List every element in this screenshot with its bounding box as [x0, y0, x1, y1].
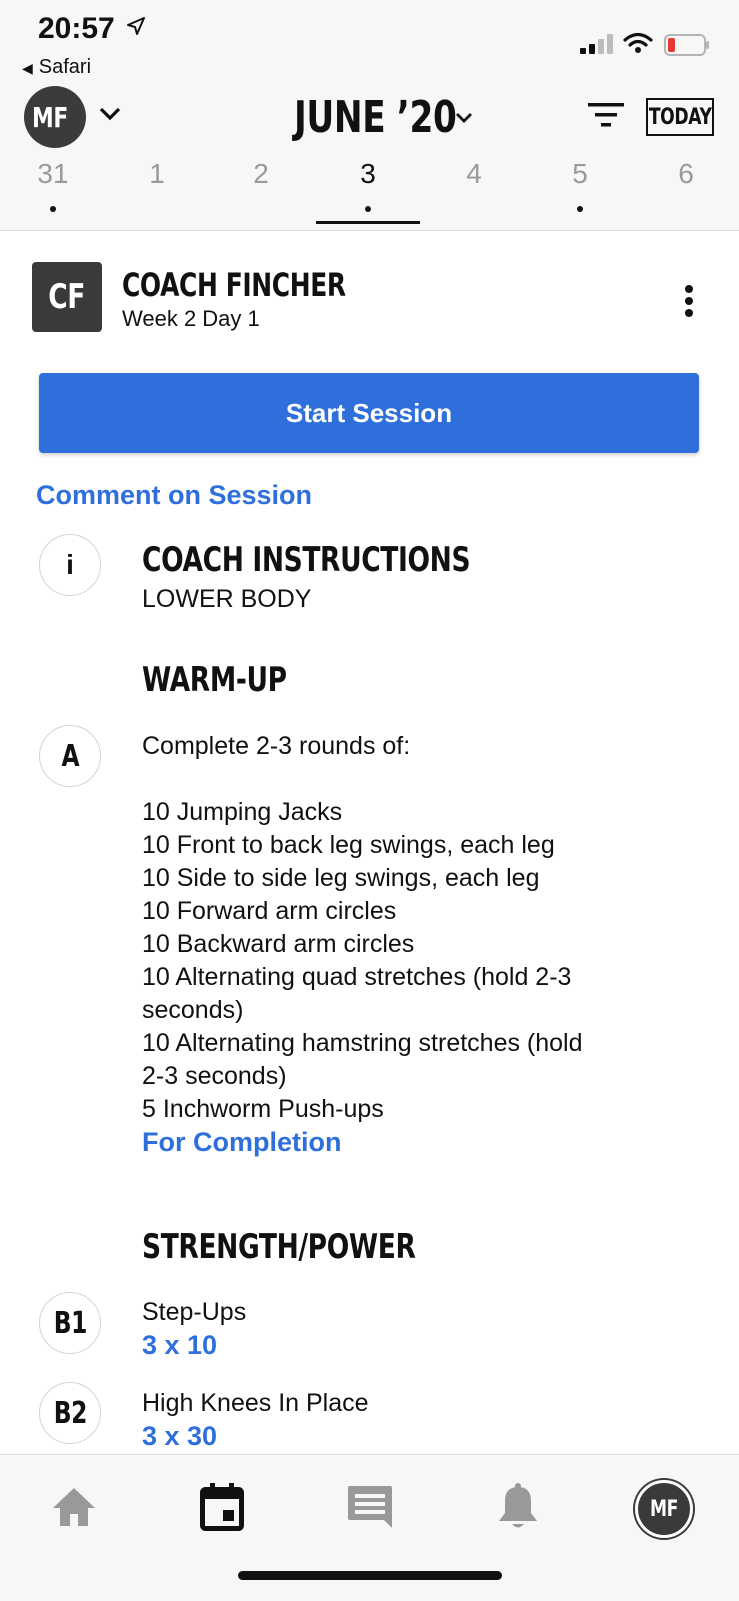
exercise-name[interactable]: Step-Ups — [142, 1296, 246, 1329]
day-cell[interactable]: 1 — [105, 158, 209, 230]
strength-heading: STRENGTH/POWER — [142, 1227, 493, 1267]
coach-logo-initials: CF — [48, 277, 86, 317]
completion-link[interactable]: For Completion — [142, 1126, 583, 1159]
calendar-icon — [200, 1482, 244, 1536]
day-number: 4 — [466, 158, 482, 189]
back-app-label: Safari — [38, 56, 92, 78]
back-to-app-link[interactable]: ◀ Safari — [22, 56, 91, 79]
status-bar: 20:57 ◀ Safari — [0, 0, 739, 84]
day-cell[interactable]: 4 — [422, 158, 526, 230]
coach-logo: CF — [32, 262, 102, 332]
notifications-icon — [497, 1482, 539, 1536]
warmup-heading: WARM-UP — [142, 660, 327, 700]
day-number: 6 — [678, 158, 694, 189]
strength-title: STRENGTH/POWER — [142, 1227, 416, 1267]
today-button[interactable]: TODAY — [646, 98, 714, 136]
coach-instructions-text: LOWER BODY — [142, 585, 312, 613]
tab-messages[interactable] — [340, 1481, 400, 1537]
warmup-line: 5 Inchworm Push-ups — [142, 1095, 384, 1123]
cellular-signal-icon — [580, 34, 614, 59]
wifi-icon — [623, 32, 653, 59]
tab-home[interactable] — [44, 1481, 104, 1537]
day-cell[interactable]: 31 — [1, 158, 105, 230]
day-number: 1 — [149, 158, 165, 189]
tab-profile[interactable]: MF — [634, 1480, 694, 1538]
day-strip: 31 1 2 3 4 5 6 — [0, 158, 739, 230]
warmup-line: 10 Side to side leg swings, each leg — [142, 864, 540, 892]
tab-notifications[interactable] — [488, 1481, 548, 1537]
tab-calendar[interactable] — [192, 1481, 252, 1537]
profile-avatar: MF — [635, 1480, 693, 1538]
selected-day-underline — [316, 221, 420, 224]
day-cell-selected[interactable]: 3 — [316, 158, 420, 230]
event-dot — [365, 206, 371, 212]
warmup-title: WARM-UP — [142, 660, 287, 700]
calendar-header: MF JUNE ’20 TODAY 31 1 2 3 4 5 6 — [0, 84, 739, 231]
info-badge: i — [39, 534, 101, 596]
warmup-line: seconds) — [142, 996, 244, 1024]
user-avatar-button[interactable]: MF — [24, 86, 86, 148]
info-badge-label: i — [66, 549, 74, 580]
avatar-initials: MF — [32, 100, 68, 134]
warmup-intro: Complete 2-3 rounds of: — [142, 732, 411, 760]
day-cell[interactable]: 2 — [209, 158, 313, 230]
warmup-line: 10 Alternating hamstring stretches (hold — [142, 1029, 583, 1057]
day-number: 2 — [253, 158, 269, 189]
day-number: 5 — [572, 158, 588, 189]
more-options-icon[interactable] — [684, 284, 694, 323]
event-dot — [50, 206, 56, 212]
battery-low-icon — [664, 34, 710, 61]
day-number: 31 — [37, 158, 69, 189]
warmup-line: 10 Front to back leg swings, each leg — [142, 831, 555, 859]
profile-initials: MF — [649, 1496, 679, 1522]
month-label: JUNE ’20 — [294, 92, 457, 143]
coach-instructions-heading: COACH INSTRUCTIONS — [142, 540, 563, 580]
coach-instructions-title: COACH INSTRUCTIONS — [142, 540, 471, 580]
chevron-down-icon[interactable] — [98, 102, 122, 131]
exercise-sets[interactable]: 3 x 30 — [142, 1421, 217, 1452]
exercise-badge[interactable]: B1 — [39, 1292, 101, 1354]
badge-label: A — [61, 738, 79, 774]
coach-name-text: COACH FINCHER — [122, 266, 346, 304]
warmup-line: 10 Alternating quad stretches (hold 2-3 — [142, 963, 572, 991]
location-arrow-icon — [126, 16, 146, 41]
exercise-sets[interactable]: 3 x 10 — [142, 1330, 217, 1361]
back-triangle-icon: ◀ — [22, 60, 33, 76]
day-cell[interactable]: 6 — [634, 158, 738, 230]
badge-label: B2 — [53, 1395, 87, 1431]
exercise-badge[interactable]: A — [39, 725, 101, 787]
home-indicator[interactable] — [238, 1571, 502, 1580]
warmup-line: 10 Backward arm circles — [142, 930, 415, 958]
status-time: 20:57 — [38, 12, 115, 45]
event-dot — [577, 206, 583, 212]
home-icon — [51, 1486, 97, 1533]
comment-on-session-link[interactable]: Comment on Session — [36, 480, 312, 511]
warmup-line: 2-3 seconds) — [142, 1062, 287, 1090]
warmup-line: 10 Forward arm circles — [142, 897, 397, 925]
month-chevron-down-icon[interactable] — [454, 110, 474, 131]
badge-label: B1 — [53, 1305, 87, 1341]
today-label: TODAY — [648, 104, 712, 130]
exercise-name[interactable]: High Knees In Place — [142, 1387, 369, 1420]
messages-icon — [346, 1484, 394, 1535]
coach-name: COACH FINCHER — [122, 266, 409, 304]
day-cell[interactable]: 5 — [528, 158, 632, 230]
day-number: 3 — [360, 158, 376, 189]
filter-icon[interactable] — [588, 100, 624, 135]
warmup-description[interactable]: Complete 2-3 rounds of: 10 Jumping Jacks… — [142, 730, 583, 1159]
session-subtitle: Week 2 Day 1 — [122, 306, 260, 331]
warmup-line: 10 Jumping Jacks — [142, 798, 343, 826]
start-session-button[interactable]: Start Session — [39, 373, 699, 453]
exercise-badge[interactable]: B2 — [39, 1382, 101, 1444]
